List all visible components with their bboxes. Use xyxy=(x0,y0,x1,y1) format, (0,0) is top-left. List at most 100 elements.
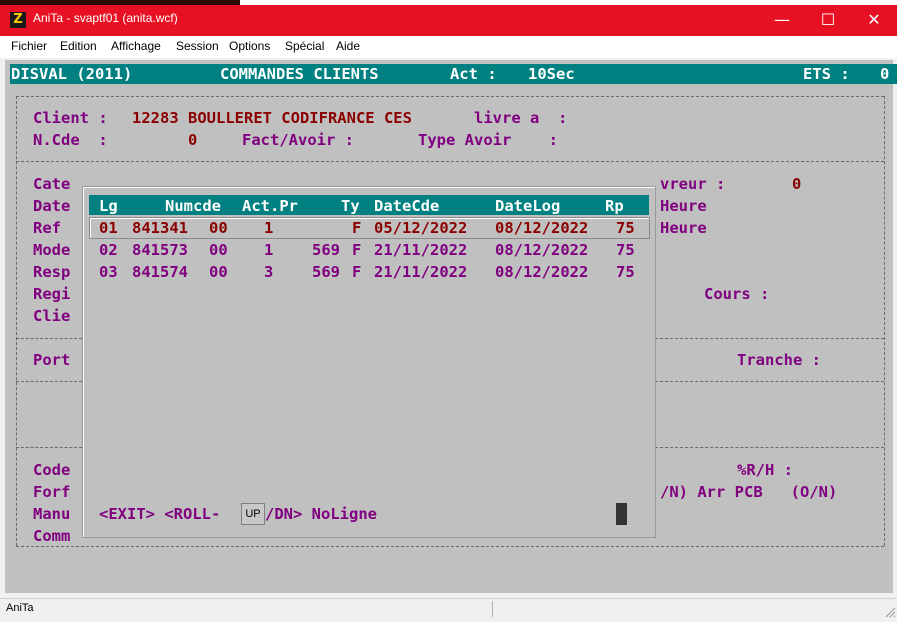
vreur-label: vreur : xyxy=(660,175,726,193)
cours-label: Cours : xyxy=(704,285,770,303)
ets-value: 0 xyxy=(880,65,890,83)
col-rp-header: Rp xyxy=(605,197,624,215)
row-sub: 00 xyxy=(209,219,228,237)
resize-grip-icon[interactable] xyxy=(884,603,896,618)
row-lg: 01 xyxy=(99,219,118,237)
livre-label: livre a : xyxy=(474,109,568,127)
comm-label: Comm xyxy=(33,527,71,545)
tranche-label: Tranche : xyxy=(737,351,821,369)
list-row[interactable]: 02 841573 00 1 569 F 21/11/2022 08/12/20… xyxy=(89,241,649,261)
window-app-name: AniTa - xyxy=(33,11,74,25)
client-value[interactable]: 12283 BOULLERET CODIFRANCE CES xyxy=(132,109,412,127)
col-datecde-header: DateCde xyxy=(374,197,440,215)
frame-line xyxy=(655,447,884,448)
row-pr: 569 xyxy=(312,263,340,281)
list-row[interactable]: 03 841574 00 3 569 F 21/11/2022 08/12/20… xyxy=(89,263,649,283)
menu-affichage[interactable]: Affichage xyxy=(111,39,161,53)
ncde-value[interactable]: 0 xyxy=(188,131,197,149)
menu-edition[interactable]: Edition xyxy=(60,39,97,53)
text-cursor xyxy=(616,503,627,525)
client-label: Client : xyxy=(33,109,108,127)
row-lg: 03 xyxy=(99,263,118,281)
row-pr: 569 xyxy=(312,241,340,259)
heure-label-1: Heure xyxy=(660,197,707,215)
popup-footer-exit-roll[interactable]: <EXIT> <ROLL- xyxy=(99,505,220,523)
company-name: DISVAL (2011) xyxy=(11,65,133,83)
clie-label: Clie xyxy=(33,307,71,325)
menu-session[interactable]: Session xyxy=(176,39,219,53)
vreur-value[interactable]: 0 xyxy=(792,175,801,193)
col-datelog-header: DateLog xyxy=(495,197,561,215)
col-numcde-header: Numcde xyxy=(165,197,221,215)
row-act: 3 xyxy=(264,263,274,281)
status-bar xyxy=(0,598,897,618)
row-rp: 75 xyxy=(616,219,635,237)
rh-label: %R/H : xyxy=(737,461,793,479)
heure-label-2: Heure xyxy=(660,219,707,237)
row-numcde: 841341 xyxy=(132,219,188,237)
port-label: Port xyxy=(33,351,71,369)
row-datecde: 21/11/2022 xyxy=(374,263,468,281)
act-label: Act : xyxy=(450,65,497,83)
ref-label: Ref xyxy=(33,219,61,237)
mode-label: Mode xyxy=(33,241,71,259)
status-text: AniTa xyxy=(6,602,34,614)
status-divider xyxy=(492,601,493,617)
row-lg: 02 xyxy=(99,241,118,259)
regi-label: Regi xyxy=(33,285,71,303)
row-ty: F xyxy=(352,263,362,281)
act-value: 10Sec xyxy=(528,65,575,83)
frame-line xyxy=(16,447,82,448)
row-sub: 00 xyxy=(209,241,228,259)
type-avoir-label: Type Avoir : xyxy=(418,131,558,149)
row-datelog: 08/12/2022 xyxy=(495,241,589,259)
frame-line xyxy=(16,338,82,339)
menu-fichier[interactable]: Fichier xyxy=(11,39,47,53)
resp-label: Resp xyxy=(33,263,71,281)
row-numcde: 841573 xyxy=(132,241,188,259)
row-sub: 00 xyxy=(209,263,228,281)
code-label: Code xyxy=(33,461,71,479)
frame-line xyxy=(16,546,884,547)
row-ty: F xyxy=(352,219,362,237)
row-act: 1 xyxy=(264,241,274,259)
ncde-label: N.Cde : xyxy=(33,131,108,149)
frame-line xyxy=(16,381,82,382)
list-row[interactable]: 01 841341 00 1 F 05/12/2022 08/12/2022 7… xyxy=(89,219,649,239)
row-act: 1 xyxy=(264,219,274,237)
forf-label: Forf xyxy=(33,483,71,501)
cate-label: Cate xyxy=(33,175,71,193)
roll-up-button[interactable]: UP xyxy=(241,503,265,525)
row-rp: 75 xyxy=(616,241,635,259)
arr-pcb-label: /N) Arr PCB (O/N) xyxy=(660,483,838,501)
frame-line xyxy=(655,381,884,382)
window-file-name: svaptf01 (anita.wcf) xyxy=(73,11,178,25)
fact-avoir-label: Fact/Avoir : xyxy=(242,131,354,149)
row-datecde: 05/12/2022 xyxy=(374,219,468,237)
app-icon[interactable]: Z xyxy=(10,12,26,28)
menu-special[interactable]: Spécial xyxy=(285,39,324,53)
menu-aide[interactable]: Aide xyxy=(336,39,360,53)
frame-line xyxy=(16,96,884,97)
manu-label: Manu xyxy=(33,505,71,523)
row-datecde: 21/11/2022 xyxy=(374,241,468,259)
col-actpr-header: Act.Pr xyxy=(242,197,298,215)
col-lg-header: Lg xyxy=(99,197,118,215)
frame-line xyxy=(16,161,884,162)
row-datelog: 08/12/2022 xyxy=(495,263,589,281)
screen-title: COMMANDES CLIENTS xyxy=(220,65,379,83)
frame-line xyxy=(655,338,884,339)
menu-options[interactable]: Options xyxy=(229,39,270,53)
row-datelog: 08/12/2022 xyxy=(495,219,589,237)
row-ty: F xyxy=(352,241,362,259)
close-button[interactable]: ✕ xyxy=(851,5,897,35)
maximize-button[interactable]: ☐ xyxy=(805,5,851,35)
row-numcde: 841574 xyxy=(132,263,188,281)
frame-line xyxy=(884,96,885,546)
popup-footer-dn-noligne[interactable]: /DN> NoLigne xyxy=(265,505,377,523)
date-label: Date xyxy=(33,197,71,215)
ets-label: ETS : xyxy=(803,65,850,83)
minimize-button[interactable]: — xyxy=(759,5,805,35)
col-ty-header: Ty xyxy=(341,197,360,215)
row-rp: 75 xyxy=(616,263,635,281)
